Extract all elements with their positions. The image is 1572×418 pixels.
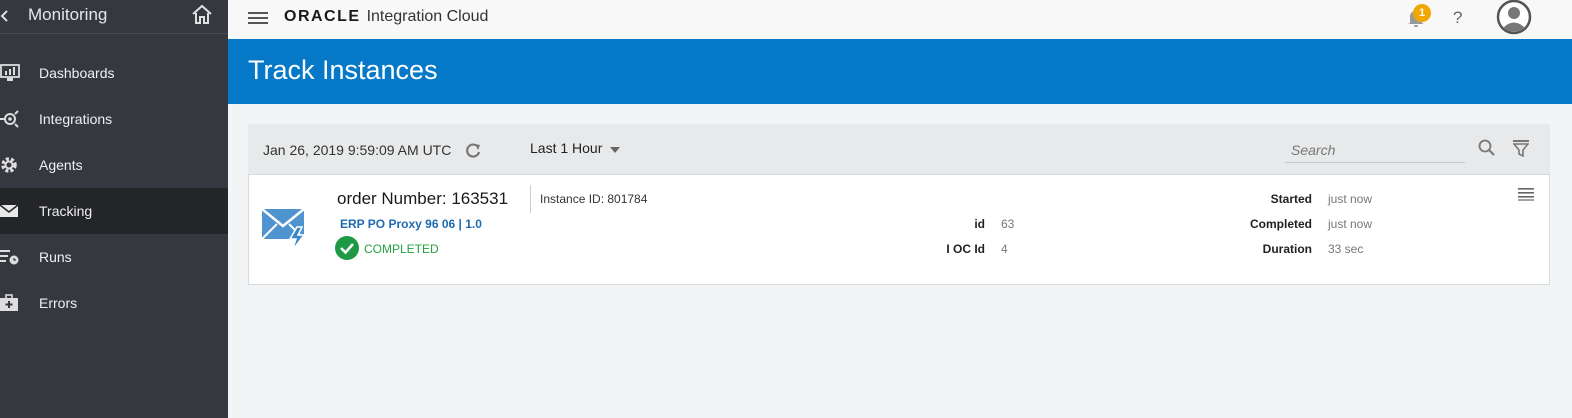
completed-value: just now xyxy=(1328,217,1373,231)
sidebar-item-errors[interactable]: Errors xyxy=(0,280,228,326)
sidebar-header: Monitoring xyxy=(0,0,228,34)
sidebar-item-dashboards[interactable]: Dashboards xyxy=(0,50,228,96)
sidebar-item-label: Integrations xyxy=(39,111,113,127)
runs-icon xyxy=(0,250,19,265)
started-label: Started xyxy=(1270,192,1312,206)
duration-value: 33 sec xyxy=(1328,242,1364,256)
status-label: COMPLETED xyxy=(364,242,439,256)
hamburger-menu-icon[interactable] xyxy=(248,10,268,26)
errors-icon xyxy=(0,294,18,311)
id-value: 63 xyxy=(1001,217,1015,231)
sidebar-item-runs[interactable]: Runs xyxy=(0,234,228,280)
ioc-id-value: 4 xyxy=(1001,242,1008,256)
instance-card[interactable]: order Number: 163531 Instance ID: 801784… xyxy=(248,174,1550,285)
envelope-icon xyxy=(0,204,19,217)
sidebar-item-integrations[interactable]: Integrations xyxy=(0,96,228,142)
sidebar-item-label: Errors xyxy=(39,295,78,311)
sidebar-item-tracking[interactable]: Tracking xyxy=(0,188,228,234)
brand: ORACLE Integration Cloud xyxy=(284,8,488,30)
row-menu-icon[interactable] xyxy=(1518,187,1534,201)
check-circle-icon xyxy=(335,236,359,260)
completed-label: Completed xyxy=(1249,217,1312,231)
integrations-icon xyxy=(0,110,19,128)
filter-bar: Jan 26, 2019 9:59:09 AM UTC Last 1 Hour xyxy=(248,124,1550,174)
home-icon[interactable] xyxy=(191,3,213,25)
search-input[interactable] xyxy=(1285,137,1465,163)
caret-down-icon[interactable] xyxy=(610,147,620,153)
started-value: just now xyxy=(1328,192,1373,206)
user-avatar-icon[interactable] xyxy=(1496,0,1532,36)
sidebar-item-label: Dashboards xyxy=(39,65,115,81)
instance-id: Instance ID: 801784 xyxy=(540,192,648,206)
divider xyxy=(530,185,531,213)
refresh-icon[interactable] xyxy=(464,141,482,159)
gear-icon xyxy=(1,157,17,173)
top-bar: ORACLE Integration Cloud 1 ? xyxy=(228,0,1572,39)
chevron-left-icon[interactable] xyxy=(0,7,10,25)
search-icon[interactable] xyxy=(1478,139,1496,157)
help-icon[interactable]: ? xyxy=(1453,8,1462,28)
id-label: id xyxy=(974,217,985,231)
sidebar: Monitoring Dashboards Integrations Agent… xyxy=(0,0,228,418)
sidebar-title: Monitoring xyxy=(28,5,108,24)
dashboard-icon xyxy=(0,64,20,81)
ioc-id-label: I OC Id xyxy=(946,242,985,256)
page-title: Track Instances xyxy=(248,55,438,85)
integration-link[interactable]: ERP PO Proxy 96 06 | 1.0 xyxy=(340,217,482,231)
filter-icon[interactable] xyxy=(1513,139,1529,157)
envelope-lightning-icon xyxy=(261,208,306,252)
notification-badge: 1 xyxy=(1413,4,1431,22)
sidebar-item-label: Tracking xyxy=(39,203,93,219)
product-name: Integration Cloud xyxy=(366,8,489,25)
page-header: Track Instances xyxy=(228,39,1572,104)
time-range-dropdown[interactable]: Last 1 Hour xyxy=(530,140,602,156)
order-number: order Number: 163531 xyxy=(337,189,509,208)
sidebar-item-label: Runs xyxy=(39,249,72,265)
sidebar-item-agents[interactable]: Agents xyxy=(0,142,228,188)
current-datetime: Jan 26, 2019 9:59:09 AM UTC xyxy=(263,142,452,158)
oracle-logo: ORACLE xyxy=(284,8,361,25)
sidebar-item-label: Agents xyxy=(39,157,83,173)
duration-label: Duration xyxy=(1262,242,1312,256)
